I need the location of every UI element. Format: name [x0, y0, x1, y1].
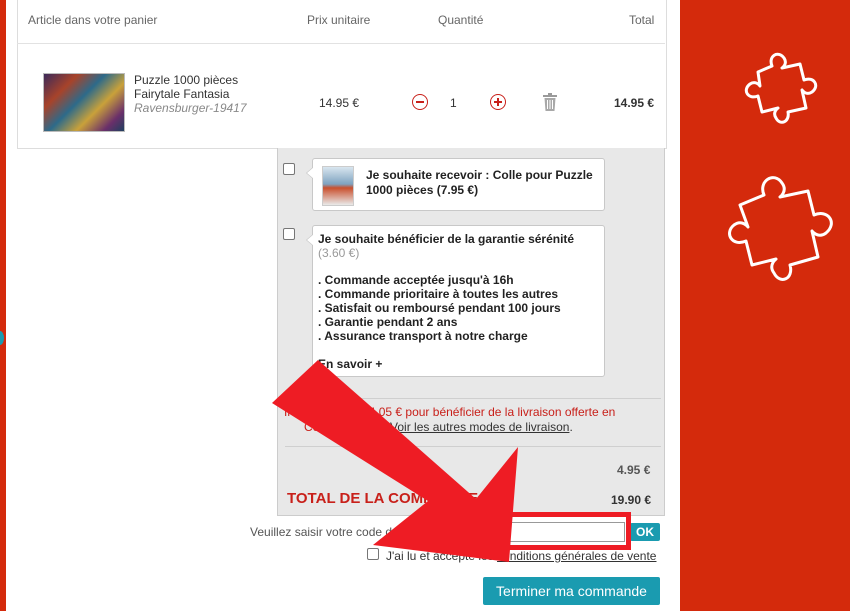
- annotation-arrow-icon: [272, 360, 518, 562]
